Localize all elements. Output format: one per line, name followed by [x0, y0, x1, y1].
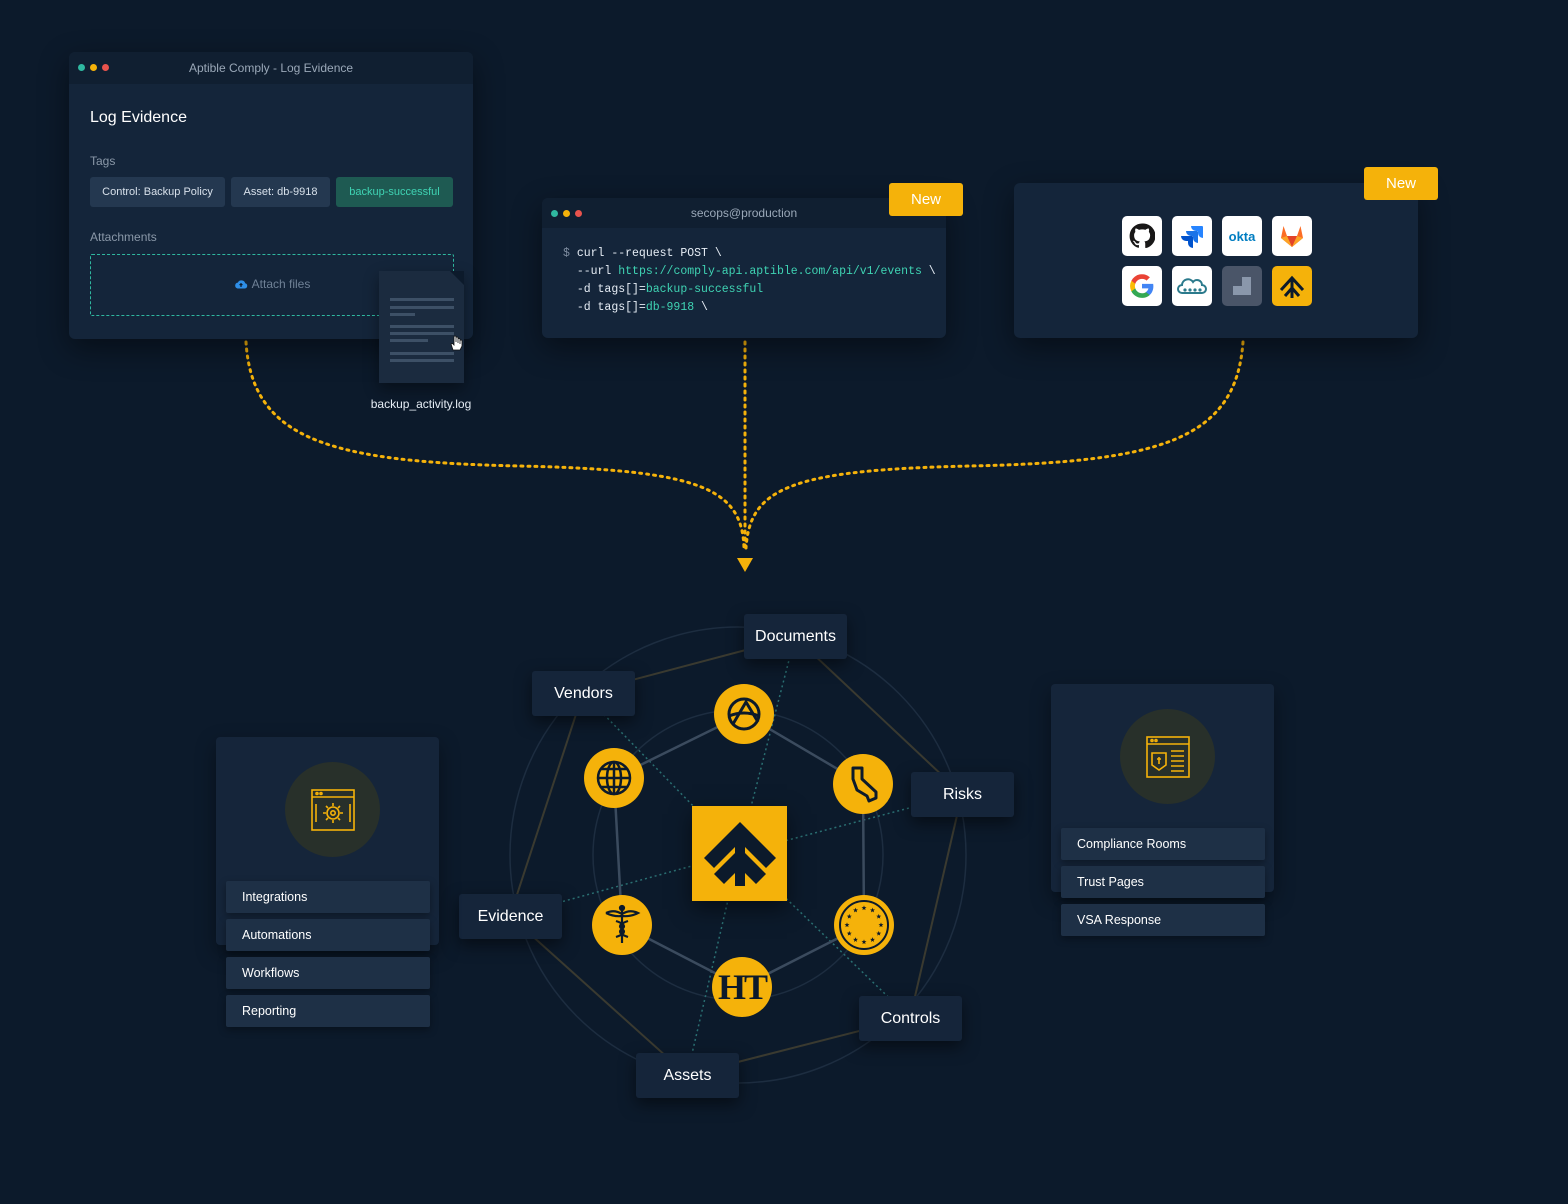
- automation-panel: [216, 737, 439, 945]
- aicpa-icon[interactable]: [714, 684, 774, 744]
- page-title: Log Evidence: [90, 109, 187, 126]
- eu-star: [846, 913, 852, 919]
- new-badge: New: [1364, 167, 1438, 200]
- google-icon[interactable]: [1122, 266, 1162, 306]
- cloud-upload-icon: [234, 280, 247, 289]
- node-vendors[interactable]: Vendors: [532, 671, 635, 716]
- api-url: https://comply-api.aptible.com/api/v1/ev…: [618, 265, 922, 278]
- eu-star: [846, 930, 852, 936]
- integrations-window: [1014, 183, 1418, 338]
- terminal-title: secops@production: [690, 206, 798, 220]
- eu-star: [870, 937, 875, 942]
- tag-asset[interactable]: Asset: db-9918: [231, 177, 330, 207]
- aptible-icon[interactable]: [1272, 266, 1312, 306]
- prompt-symbol: $: [563, 247, 570, 260]
- node-evidence[interactable]: Evidence: [459, 894, 562, 939]
- tag-value-1: backup-successful: [645, 283, 764, 296]
- node-risks[interactable]: Risks: [911, 772, 1014, 817]
- attachments-label: Attachments: [90, 230, 157, 244]
- terminal-window: secops@production $ curl --request POST …: [542, 198, 946, 338]
- menu-item-workflows[interactable]: Workflows: [226, 957, 430, 989]
- new-badge: New: [889, 183, 963, 216]
- eu-star: [844, 922, 850, 928]
- window-titlebar: Aptible Comply - Log Evidence: [69, 52, 473, 84]
- eu-star: [876, 930, 882, 936]
- california-icon[interactable]: [833, 754, 893, 814]
- menu-item-reporting[interactable]: Reporting: [226, 995, 430, 1027]
- aptible-logo[interactable]: [692, 806, 787, 901]
- terminal-titlebar: secops@production: [542, 198, 946, 228]
- globe-icon[interactable]: [584, 748, 644, 808]
- eu-star: [861, 905, 867, 911]
- cloud-icon[interactable]: [1172, 266, 1212, 306]
- eu-star: [853, 937, 858, 942]
- terminal-output: $ curl --request POST \ --url https://co…: [563, 245, 936, 317]
- caduceus-icon[interactable]: [592, 895, 652, 955]
- github-icon[interactable]: [1122, 216, 1162, 256]
- jira-icon[interactable]: [1172, 216, 1212, 256]
- menu-item-vsa-response[interactable]: VSA Response: [1061, 904, 1265, 936]
- eu-star: [878, 922, 884, 928]
- tag-value-2: db-9918: [645, 301, 695, 314]
- tag-flag-2: -d tags[]=: [576, 301, 646, 314]
- eu-star: [870, 907, 875, 913]
- eu-star: [861, 939, 867, 945]
- okta-wordmark: okta: [1228, 228, 1256, 244]
- tag-flag-1: -d tags[]=: [576, 283, 646, 296]
- gitlab-icon[interactable]: [1272, 216, 1312, 256]
- window-title: Aptible Comply - Log Evidence: [188, 61, 354, 75]
- node-documents[interactable]: Documents: [744, 614, 847, 659]
- file-name: backup_activity.log: [370, 397, 472, 411]
- menu-item-trust-pages[interactable]: Trust Pages: [1061, 866, 1265, 898]
- jamf-icon[interactable]: [1222, 266, 1262, 306]
- line-continuation: \: [928, 265, 936, 278]
- menu-item-compliance-rooms[interactable]: Compliance Rooms: [1061, 828, 1265, 860]
- document-window-icon: [1120, 709, 1215, 804]
- node-assets[interactable]: Assets: [636, 1053, 739, 1098]
- file-corner: [450, 271, 464, 285]
- attach-files-label: Attach files: [251, 277, 311, 291]
- okta-icon[interactable]: okta: [1222, 216, 1262, 256]
- node-controls[interactable]: Controls: [859, 996, 962, 1041]
- tag-backup-successful[interactable]: backup-successful: [336, 177, 453, 207]
- eu-star: [876, 913, 882, 919]
- menu-item-integrations[interactable]: Integrations: [226, 881, 430, 913]
- url-flag: --url: [576, 265, 612, 278]
- line-continuation: \: [701, 301, 708, 314]
- trust-panel: [1051, 684, 1274, 892]
- menu-item-automations[interactable]: Automations: [226, 919, 430, 951]
- hitrust-icon[interactable]: HT: [712, 957, 772, 1017]
- file-thumbnail[interactable]: [379, 271, 464, 383]
- hitrust-wordmark: HT: [717, 967, 768, 1007]
- settings-window-icon: [285, 762, 380, 857]
- command-line-1: curl --request POST \: [576, 247, 722, 260]
- hand-cursor-icon: [450, 335, 463, 351]
- tags-label: Tags: [90, 154, 116, 168]
- eu-star: [853, 907, 858, 913]
- tag-control[interactable]: Control: Backup Policy: [90, 177, 225, 207]
- eu-stars-icon[interactable]: [834, 895, 894, 955]
